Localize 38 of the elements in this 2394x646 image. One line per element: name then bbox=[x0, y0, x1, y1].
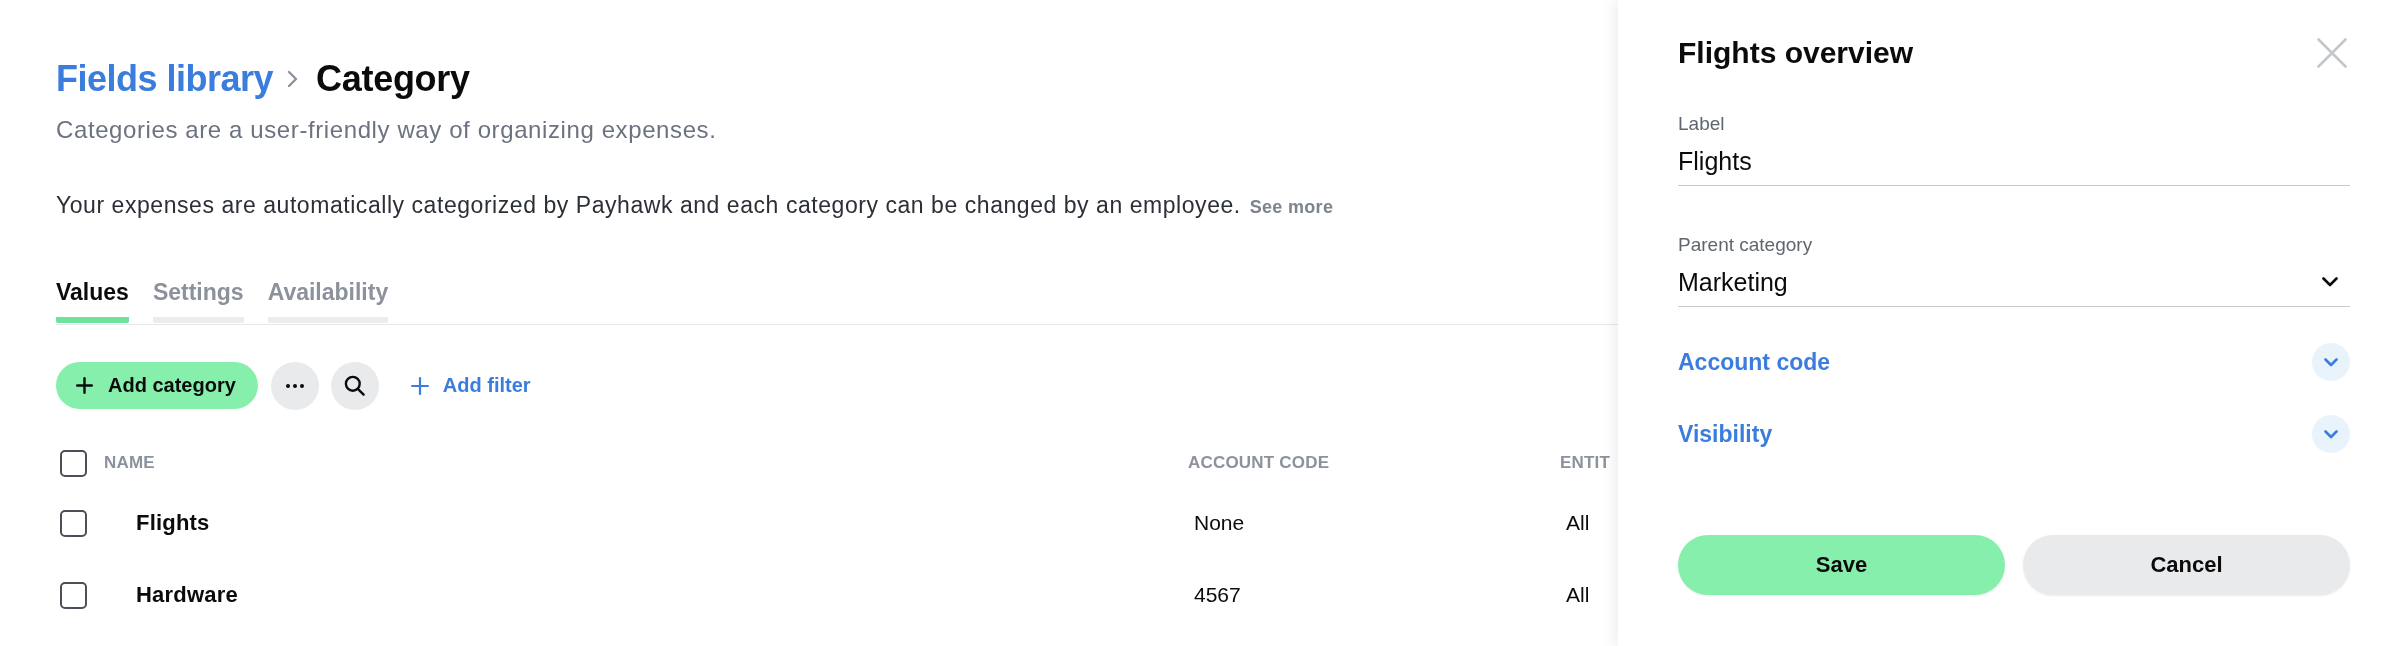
checkbox[interactable] bbox=[60, 509, 87, 537]
add-filter-button[interactable]: Add filter bbox=[410, 374, 531, 397]
section-toggle[interactable]: Visibility bbox=[1678, 415, 2350, 453]
table-cell-text: All bbox=[1565, 511, 1590, 535]
table-cell-text: None bbox=[1193, 511, 1245, 535]
category-name: Hardware bbox=[135, 582, 238, 608]
see-more-link[interactable]: See more bbox=[1249, 197, 1334, 217]
table-cell-text: 4567 bbox=[1193, 583, 1241, 607]
section-toggle[interactable]: Account code bbox=[1678, 343, 2350, 381]
breadcrumb-link[interactable]: Fields library bbox=[56, 56, 274, 102]
category-name: Flights bbox=[135, 510, 210, 536]
tab[interactable]: Settings bbox=[152, 277, 244, 323]
text-field[interactable]: Flights bbox=[1678, 146, 2350, 186]
save-button[interactable]: Save bbox=[1678, 535, 2005, 595]
table-cell-text: All bbox=[1565, 583, 1590, 607]
column-header: ENTIT bbox=[1560, 453, 1611, 473]
plus-icon bbox=[410, 376, 429, 395]
cancel-button[interactable]: Cancel bbox=[2023, 535, 2350, 595]
page-subtitle: Categories are a user-friendly way of organizing expenses. bbox=[56, 115, 717, 145]
tab[interactable]: Availability bbox=[267, 277, 389, 323]
description-text: Your expenses are automatically categorized by Payhawk and each category can be changed by an employee. See more bbox=[56, 191, 1334, 220]
field-label: Label bbox=[1678, 112, 1725, 136]
close-icon bbox=[2317, 38, 2347, 68]
ellipsis-icon bbox=[285, 383, 304, 388]
chevron-down-icon bbox=[2322, 277, 2338, 287]
chevron-right-icon bbox=[287, 70, 299, 88]
add-category-button[interactable]: Add category bbox=[56, 362, 258, 409]
panel-title: Flights overview bbox=[1678, 35, 1914, 71]
plus-icon bbox=[76, 377, 93, 394]
page-title: Category bbox=[316, 57, 470, 101]
column-header: ACCOUNT CODE bbox=[1188, 453, 1330, 473]
checkbox[interactable] bbox=[60, 581, 87, 609]
search-icon bbox=[344, 375, 366, 396]
tab[interactable]: Values bbox=[56, 277, 129, 323]
field-label: Parent category bbox=[1678, 233, 1813, 257]
checkbox[interactable] bbox=[60, 449, 87, 477]
column-header: NAME bbox=[104, 453, 155, 473]
select-field[interactable]: Marketing bbox=[1678, 267, 2350, 307]
